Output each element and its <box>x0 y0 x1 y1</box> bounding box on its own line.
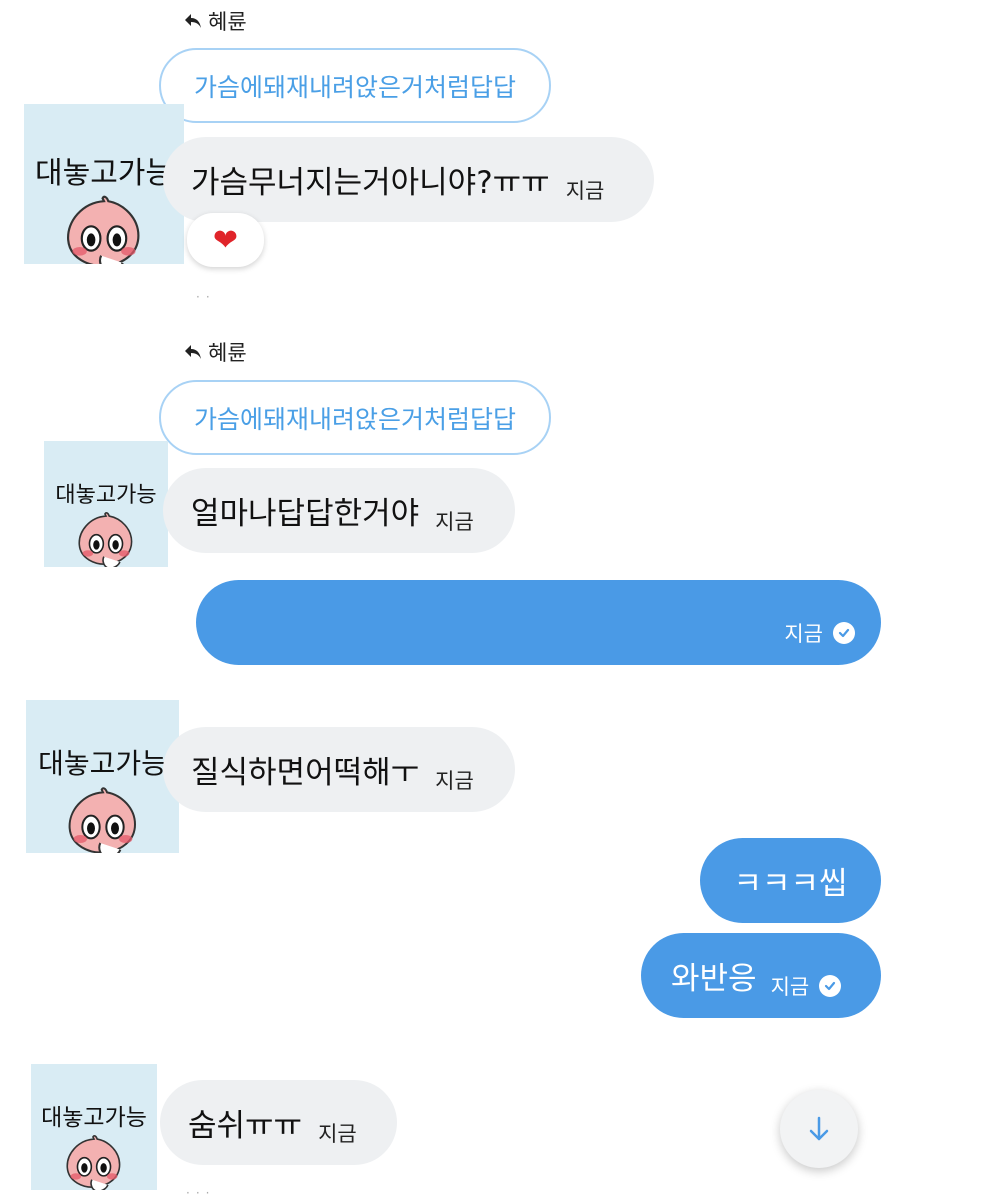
arrow-down-icon <box>809 1116 829 1141</box>
quoted-message[interactable]: 가슴에돼재내려앉은거처럼답답 <box>159 48 551 123</box>
reply-to-name: 혜륜 <box>208 341 247 365</box>
peach-character-icon <box>63 784 143 853</box>
message-time: 지금 <box>784 621 823 646</box>
divider-dots: ·· <box>196 290 216 304</box>
message-time: 지금 <box>435 509 474 534</box>
quoted-message[interactable]: 가슴에돼재내려앉은거처럼답답 <box>159 380 551 455</box>
reply-arrow-icon <box>185 14 201 28</box>
avatar[interactable]: 대놓고가능 <box>24 104 184 264</box>
reply-to-label: 혜륜 <box>184 337 247 367</box>
reply-to-name: 혜륜 <box>208 10 247 34</box>
incoming-message-bubble[interactable]: 숨쉬ㅠㅠ 지금 <box>160 1080 397 1165</box>
peach-character-icon <box>61 192 147 264</box>
message-text: 와반응 <box>671 961 757 997</box>
message-text: ㅋㅋㅋ씹 <box>733 866 848 902</box>
quoted-text: 가슴에돼재내려앉은거처럼답답 <box>193 72 516 102</box>
avatar[interactable]: 대놓고가능 <box>44 441 168 567</box>
outgoing-message-bubble[interactable]: 와반응 지금 <box>641 933 881 1018</box>
reply-arrow-icon <box>185 345 201 359</box>
avatar-text: 대놓고가능 <box>38 747 167 780</box>
check-circle-icon <box>833 621 855 644</box>
message-time: 지금 <box>770 974 810 999</box>
avatar-text: 대놓고가능 <box>35 156 173 191</box>
message-time: 지금 <box>435 768 474 793</box>
reply-to-label: 혜륜 <box>184 6 247 36</box>
message-time: 지금 <box>318 1121 357 1146</box>
avatar-text: 대놓고가능 <box>55 483 157 508</box>
outgoing-message-bubble[interactable]: ㅋㅋㅋ씹 <box>700 838 881 923</box>
peach-character-icon <box>74 509 138 567</box>
divider-dots: ··· <box>186 1186 216 1200</box>
outgoing-message-bubble[interactable]: 지금 <box>196 580 881 665</box>
avatar-text: 대놓고가능 <box>41 1105 147 1131</box>
reaction-badge[interactable]: ❤ <box>187 213 264 267</box>
quoted-text: 가슴에돼재내려앉은거처럼답답 <box>193 404 516 434</box>
incoming-message-bubble[interactable]: 가슴무너지는거아니야?ㅠㅠ 지금 <box>163 137 654 222</box>
incoming-message-bubble[interactable]: 얼마나답답한거야 지금 <box>163 468 515 553</box>
avatar[interactable]: 대놓고가능 <box>31 1064 157 1190</box>
message-text: 질식하면어떡해ㅜ <box>191 755 420 791</box>
scroll-to-bottom-button[interactable] <box>780 1090 858 1168</box>
message-time: 지금 <box>565 178 605 203</box>
message-text: 얼마나답답한거야 <box>191 496 420 532</box>
message-text: 숨쉬ㅠㅠ <box>188 1108 303 1144</box>
check-circle-icon <box>819 974 842 997</box>
peach-character-icon <box>62 1132 126 1190</box>
heart-icon: ❤ <box>212 222 239 258</box>
message-text: 가슴무너지는거아니야?ㅠㅠ <box>191 165 550 201</box>
incoming-message-bubble[interactable]: 질식하면어떡해ㅜ 지금 <box>163 727 515 812</box>
avatar[interactable]: 대놓고가능 <box>26 700 179 853</box>
